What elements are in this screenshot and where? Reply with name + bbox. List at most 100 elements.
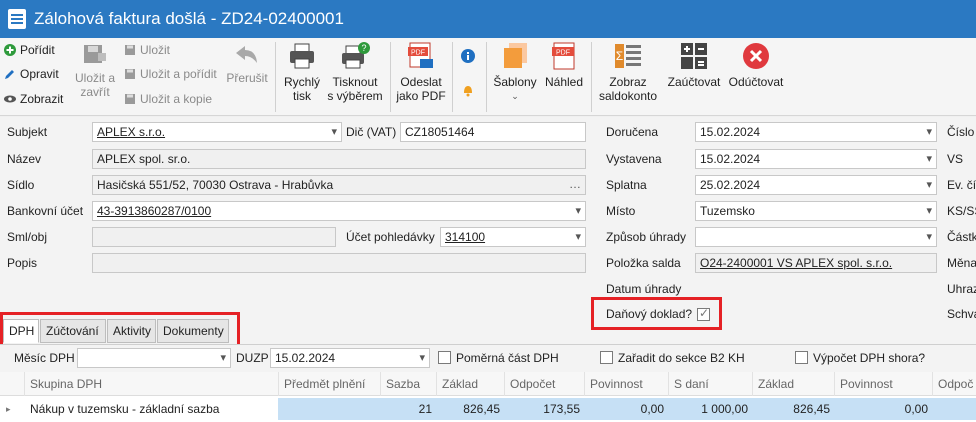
col-header[interactable]: S daní [668,372,752,396]
send-pdf-label-1: Odeslat [400,75,442,89]
receivable-select[interactable]: 314100 [440,227,586,247]
new-label: Pořídit [20,43,55,57]
show-balance-button[interactable]: Σ Zobraz saldokonto [596,41,660,103]
proportional-checkbox[interactable] [438,351,451,364]
col-header[interactable]: Povinnost [834,372,932,396]
table-cell: 1 000,00 [668,398,752,420]
description-field[interactable] [92,253,586,273]
info-icon [461,49,475,63]
calculator-icon [681,43,707,69]
right-label-number: Číslo [947,125,975,139]
quick-print-button[interactable]: Rychlý tisk [281,41,323,103]
col-header[interactable]: Povinnost [584,372,668,396]
pdf-icon: PDF [552,42,575,70]
seat-label: Sídlo [7,178,35,192]
ribbon-toolbar: Pořídit Opravit Zobrazit Uložit a zavřít… [0,38,976,116]
quick-print-label-2: tisk [293,89,311,103]
save-copy-button[interactable]: Uložit a kopie [122,90,212,108]
right-label-ks: KS/SS [947,204,976,218]
save-icon [125,45,135,55]
abort-button[interactable]: Přerušit [225,43,269,85]
delivered-date[interactable]: 15.02.2024 [695,122,937,142]
table-cell: 826,45 [752,398,834,420]
col-header[interactable]: Základ [752,372,834,396]
calc-dph-checkbox[interactable] [795,351,808,364]
seat-field[interactable]: Hasičská 551/52, 70030 Ostrava - Hrabůvk… [92,175,586,195]
print-selection-label-1: Tisknout [332,75,378,89]
printer-icon [290,43,314,69]
post-button[interactable]: Zaúčtovat [664,41,724,89]
place-select[interactable]: Tuzemsko [695,201,937,221]
ribbon-separator [452,42,453,112]
send-pdf-button[interactable]: PDF Odeslat jako PDF [394,41,448,103]
printer-help-icon: ? [342,42,370,69]
contract-label: Sml/obj [7,230,48,244]
month-dph-label: Měsíc DPH [14,351,75,365]
table-cell: 173,55 [504,398,584,420]
templates-label: Šablony [493,75,537,89]
unpost-button[interactable]: Odúčtovat [726,41,786,89]
bank-select[interactable]: 43-3913860287/0100 [92,201,586,221]
save-copy-icon [125,94,135,104]
col-header[interactable]: Odpočet [504,372,584,396]
right-label-amount: Částk [947,230,976,244]
show-button[interactable]: Zobrazit [2,90,63,108]
delivered-label: Doručena [606,125,659,139]
new-button[interactable]: Pořídit [2,41,55,59]
month-dph-select[interactable] [77,348,231,368]
save-close-button[interactable]: Uložit a zavřít [72,43,118,99]
templates-icon [504,43,527,68]
right-label-currency: Měna [947,256,976,270]
info-button[interactable] [461,49,475,66]
name-field[interactable]: APLEX spol. sr.o. [92,149,586,169]
right-label-ev: Ev. čí [947,178,976,192]
col-header[interactable]: Odpoč [932,372,976,396]
ledger-field[interactable]: O24-2400001 VS APLEX spol. s.r.o. [695,253,937,273]
save-new-label: Uložit a pořídit [140,67,217,81]
col-header[interactable]: Předmět plnění [278,372,380,396]
table-cell: 21 [380,398,436,420]
edit-button[interactable]: Opravit [2,65,59,83]
table-cell [932,398,976,420]
pencil-icon [5,70,14,79]
chevron-down-icon: ⌄ [511,91,519,101]
subject-select[interactable]: APLEX s.r.o. [92,122,342,142]
right-label-approve: Schva [947,307,976,321]
table-row[interactable]: ▸ Nákup v tuzemsku - základní sazba 21 8… [0,398,976,420]
preview-button[interactable]: PDF Náhled [542,41,586,89]
table-cell: 0,00 [834,398,932,420]
title-bar: Zálohová faktura došlá - ZD24-02400001 [0,0,976,38]
contract-field[interactable] [92,227,336,247]
pdf-mail-icon: PDF [408,42,433,68]
col-header[interactable]: Skupina DPH [24,372,278,396]
b2-checkbox[interactable] [600,351,613,364]
save-button[interactable]: Uložit [122,41,170,59]
send-pdf-label-2: jako PDF [396,89,446,103]
due-date[interactable]: 25.02.2024 [695,175,937,195]
save-label: Uložit [140,43,171,57]
place-label: Místo [606,204,636,218]
save-new-button[interactable]: Uložit a pořídit [122,65,217,83]
abort-label: Přerušit [226,71,268,85]
name-label: Název [7,152,42,166]
invoice-form: Subjekt APLEX s.r.o. Dič (VAT) CZ1805146… [0,117,976,344]
bell-icon [464,86,472,97]
duzp-date[interactable]: 15.02.2024 [270,348,430,368]
templates-button[interactable]: Šablony ⌄ [490,41,540,103]
ribbon-separator [275,42,276,112]
document-icon [8,9,26,29]
vat-field[interactable]: CZ18051464 [400,122,586,142]
row-expand-icon[interactable]: ▸ [6,398,20,420]
col-header[interactable]: Základ [436,372,504,396]
notification-button[interactable] [461,83,475,100]
svg-text:Σ: Σ [616,49,623,63]
dph-grid: Skupina DPH Předmět plnění Sazba Základ … [0,372,976,422]
grid-header: Skupina DPH Předmět plnění Sazba Základ … [0,372,976,396]
ribbon-separator [591,42,592,112]
col-header[interactable]: Sazba [380,372,436,396]
save-close-label-2: zavřít [80,85,110,99]
issued-date[interactable]: 15.02.2024 [695,149,937,169]
payment-select[interactable] [695,227,937,247]
vat-label: Dič (VAT) [346,125,397,139]
print-selection-button[interactable]: ? Tisknout s výběrem [326,41,384,103]
